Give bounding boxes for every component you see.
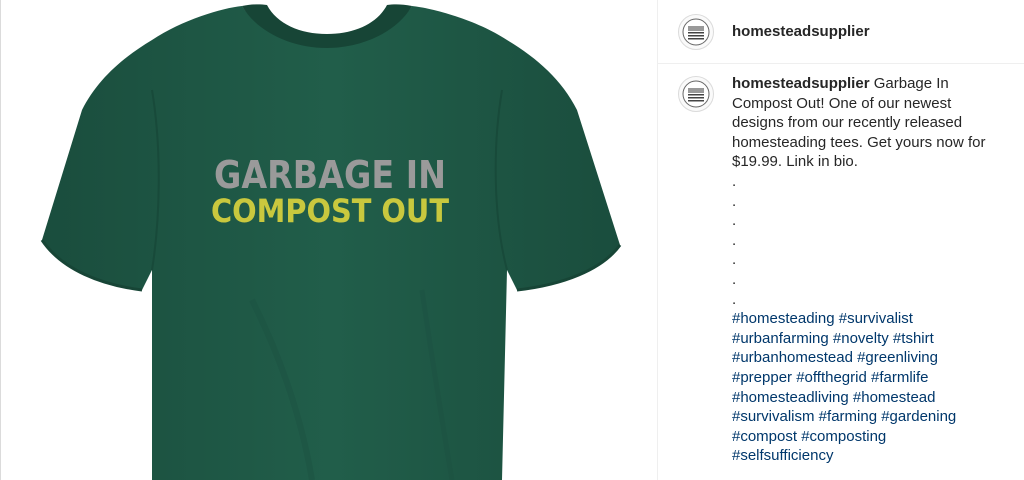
hashtag-line[interactable]: #survivalism #farming #gardening — [732, 407, 998, 427]
avatar[interactable] — [678, 13, 714, 50]
hashtag-line[interactable]: #homesteadliving #homestead — [732, 388, 998, 408]
caption-dots: . . . . . . . — [732, 172, 998, 309]
dot-line: . — [732, 192, 737, 210]
hashtag-line[interactable]: #homesteading #survivalist — [732, 309, 998, 329]
shirt-text-line2: COMPOST OUT — [211, 192, 449, 230]
post-side-panel: homesteadsupplier homesteadsupplier Garb… — [657, 0, 1024, 480]
tshirt-image: GARBAGE IN COMPOST OUT — [40, 4, 622, 480]
hashtag-line[interactable]: #urbanfarming #novelty #tshirt — [732, 329, 998, 349]
post-image[interactable]: GARBAGE IN COMPOST OUT — [2, 0, 657, 480]
dot-line: . — [732, 290, 737, 308]
instagram-post-frame: GARBAGE IN COMPOST OUT homesteadsupplier — [0, 0, 1024, 480]
dot-line: . — [732, 270, 737, 288]
post-header: homesteadsupplier — [658, 0, 1024, 64]
homestead-logo-icon — [682, 80, 710, 108]
dot-line: . — [732, 231, 737, 249]
hashtag-line[interactable]: #prepper #offthegrid #farmlife — [732, 368, 998, 388]
tshirt-body — [42, 6, 620, 480]
dot-line: . — [732, 251, 737, 269]
hashtag-list: #homesteading #survivalist #urbanfarming… — [732, 309, 998, 466]
hashtag-line[interactable]: #selfsufficiency — [732, 446, 998, 466]
caption-username[interactable]: homesteadsupplier — [732, 75, 870, 92]
caption-text-block: homesteadsupplier Garbage In Compost Out… — [732, 74, 998, 466]
hashtag-line[interactable]: #urbanhomestead #greenliving — [732, 348, 998, 368]
dot-line: . — [732, 172, 737, 190]
caption-paragraph: homesteadsupplier Garbage In Compost Out… — [732, 74, 998, 172]
header-username[interactable]: homesteadsupplier — [732, 23, 870, 40]
shirt-text-line1: GARBAGE IN — [214, 153, 446, 197]
homestead-logo-icon — [682, 18, 710, 45]
hashtag-line[interactable]: #compost #composting — [732, 427, 998, 447]
caption-comment: homesteadsupplier Garbage In Compost Out… — [658, 64, 1024, 466]
avatar[interactable] — [678, 76, 714, 112]
dot-line: . — [732, 212, 737, 230]
